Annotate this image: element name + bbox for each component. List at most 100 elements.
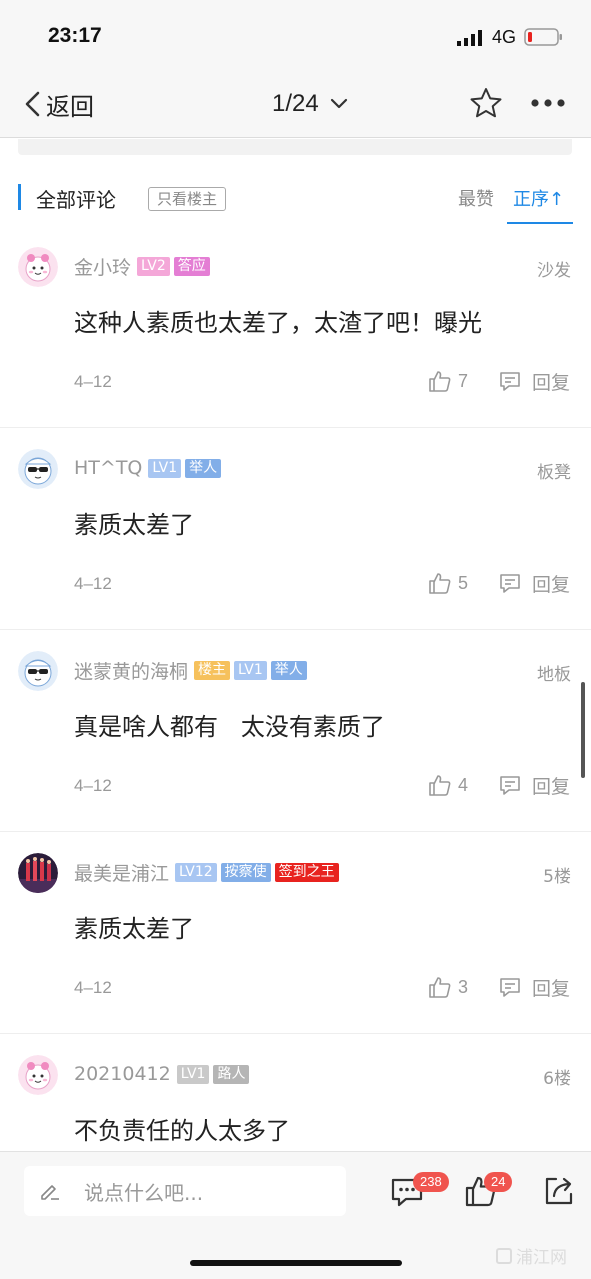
like-button[interactable]: 3	[428, 974, 468, 1000]
title-badge: 路人	[213, 1064, 250, 1084]
back-button[interactable]: 返回	[22, 88, 94, 121]
back-label: 返回	[46, 92, 94, 121]
level-badge: LV1	[234, 660, 267, 680]
status-bar: 23:17 4G	[0, 0, 591, 70]
floor-label: 沙发	[537, 261, 571, 281]
reply-label: 回复	[532, 573, 571, 596]
comment-author[interactable]: 最美是浦江	[74, 859, 169, 886]
floor-label: 5楼	[543, 867, 571, 887]
comment-date: 4–12	[74, 574, 112, 593]
scrollbar[interactable]	[581, 682, 585, 778]
reply-icon	[500, 978, 520, 997]
title-badge: 按察使	[220, 862, 271, 882]
avatar[interactable]	[18, 247, 58, 287]
comment-content: 素质太差了	[74, 511, 194, 539]
reply-button[interactable]: 回复	[498, 570, 570, 596]
comment-author-row: 迷蒙黄的海桐 楼主 LV1 举人	[74, 657, 311, 684]
floor-label: 6楼	[543, 1069, 571, 1089]
title-badge: 答应	[173, 256, 210, 276]
comment-item: 金小玲 LV2 答应 沙发 这种人素质也太差了，太渣了吧！曝光 4–12 7 回…	[0, 226, 591, 427]
pencil-icon	[41, 1185, 59, 1200]
comment-author-row: 20210412 LV1 路人	[74, 1062, 253, 1086]
bottom-bar: 说点什么吧... 238 24 浦江网	[0, 1151, 591, 1279]
thumb-up-icon	[429, 977, 451, 998]
reply-label: 回复	[532, 371, 571, 394]
comment-item: HT^TQ LV1 举人 板凳 素质太差了 4–12 5 回复	[0, 427, 591, 629]
page-selector[interactable]: 1/24	[272, 88, 349, 120]
like-button[interactable]: 4	[428, 772, 468, 798]
status-time: 23:17	[48, 24, 102, 47]
more-icon[interactable]	[530, 96, 566, 110]
like-button[interactable]: 7	[428, 368, 468, 394]
thumb-up-icon	[429, 371, 451, 392]
home-indicator[interactable]	[190, 1260, 402, 1266]
comment-author[interactable]: HT^TQ	[74, 457, 142, 479]
comment-author-row: 金小玲 LV2 答应	[74, 253, 214, 280]
avatar[interactable]	[18, 1055, 58, 1095]
comment-date: 4–12	[74, 978, 112, 997]
avatar[interactable]	[18, 853, 58, 893]
comment-content: 不负责任的人太多了	[74, 1117, 290, 1145]
signal-icon	[457, 30, 482, 46]
reply-label: 回复	[532, 977, 571, 1000]
sort-order-tab[interactable]: 正序↑	[513, 185, 564, 211]
sort-hot-tab[interactable]: 最赞	[458, 185, 494, 211]
comment-list: 金小玲 LV2 答应 沙发 这种人素质也太差了，太渣了吧！曝光 4–12 7 回…	[0, 226, 591, 1235]
active-tab-underline	[507, 222, 573, 224]
comment-header: 全部评论 只看楼主 最赞 正序↑	[0, 170, 591, 226]
watermark-text: 浦江网	[516, 1248, 567, 1268]
comment-item: 最美是浦江 LV12 按察使 签到之王 5楼 素质太差了 4–12 3 回复	[0, 831, 591, 1033]
comment-author-row: 最美是浦江 LV12 按察使 签到之王	[74, 859, 343, 886]
reply-icon	[500, 372, 520, 391]
floor-label: 地板	[537, 665, 571, 685]
reply-icon	[500, 776, 520, 795]
like-count: 3	[458, 976, 469, 997]
like-count-badge: 24	[484, 1172, 513, 1192]
comment-item: 迷蒙黄的海桐 楼主 LV1 举人 地板 真是啥人都有 太没有素质了 4–12 4…	[0, 629, 591, 831]
level-badge: LV2	[137, 256, 170, 276]
floor-label: 板凳	[537, 463, 571, 483]
comment-count-badge: 238	[413, 1172, 449, 1192]
share-icon[interactable]	[542, 1174, 576, 1208]
dropdown-chevron-icon	[330, 98, 347, 109]
comment-author[interactable]: 迷蒙黄的海桐	[74, 657, 188, 684]
avatar[interactable]	[18, 449, 58, 489]
reply-button[interactable]: 回复	[498, 974, 570, 1000]
watermark-logo-icon	[496, 1247, 512, 1264]
title-badge: 举人	[185, 458, 222, 478]
comment-content: 真是啥人都有 太没有素质了	[74, 713, 385, 741]
reply-icon	[500, 574, 520, 593]
comment-author-row: HT^TQ LV1 举人	[74, 456, 225, 480]
like-button[interactable]: 5	[428, 570, 468, 596]
comment-content: 这种人素质也太差了，太渣了吧！曝光	[74, 309, 482, 337]
level-badge: LV1	[148, 458, 182, 478]
thumb-up-icon	[429, 573, 451, 594]
only-owner-button[interactable]: 只看楼主	[148, 187, 227, 211]
thumb-up-icon	[429, 775, 451, 796]
comment-content: 素质太差了	[74, 915, 194, 943]
comment-input-placeholder: 说点什么吧...	[84, 1180, 204, 1205]
avatar[interactable]	[18, 651, 58, 691]
content-strip	[18, 139, 572, 155]
comment-author[interactable]: 金小玲	[74, 253, 131, 280]
back-chevron-icon	[25, 91, 40, 117]
page-indicator: 1/24	[272, 90, 319, 117]
level-badge: LV1	[176, 1064, 210, 1084]
title-badge: 举人	[270, 660, 307, 680]
reply-button[interactable]: 回复	[498, 368, 570, 394]
like-count: 4	[458, 774, 469, 795]
comment-date: 4–12	[74, 776, 112, 795]
comments-title: 全部评论	[36, 188, 116, 212]
comment-author[interactable]: 20210412	[74, 1063, 171, 1085]
watermark: 浦江网	[496, 1243, 567, 1268]
checkin-badge: 签到之王	[274, 862, 339, 882]
level-badge: LV12	[175, 862, 217, 882]
battery-icon	[524, 28, 562, 46]
header-accent-bar	[18, 184, 21, 210]
reply-button[interactable]: 回复	[498, 772, 570, 798]
star-icon[interactable]	[469, 86, 503, 120]
reply-label: 回复	[532, 775, 571, 798]
nav-bar: 返回 1/24	[0, 70, 591, 138]
like-count: 5	[458, 572, 469, 593]
comment-input[interactable]: 说点什么吧...	[24, 1166, 346, 1216]
